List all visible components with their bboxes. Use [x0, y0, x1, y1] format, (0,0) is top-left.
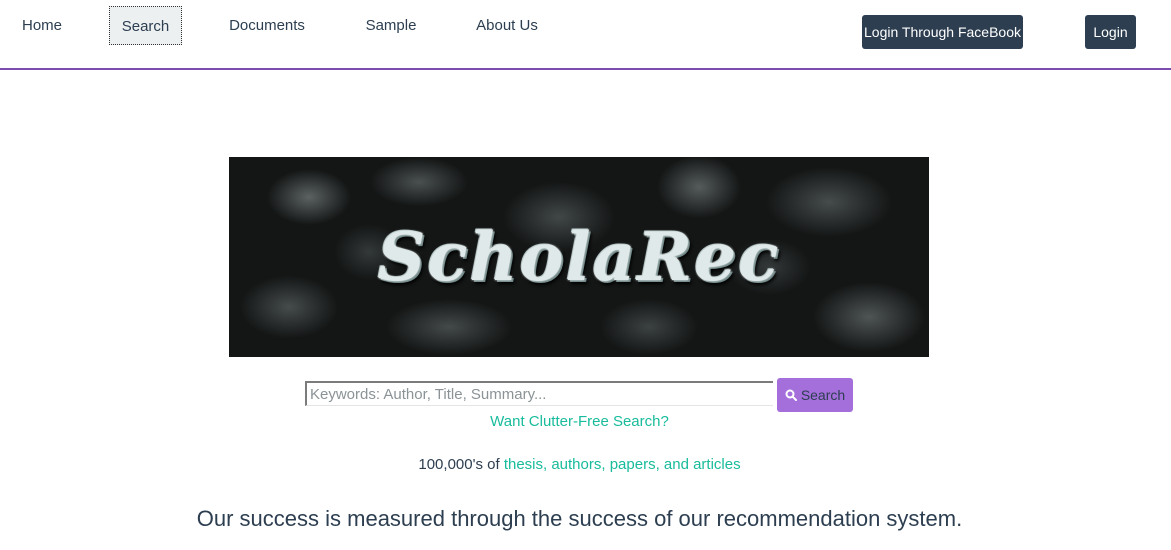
- tagline: Our success is measured through the succ…: [196, 506, 963, 531]
- nav-search[interactable]: Search: [109, 6, 182, 45]
- facebook-login-button[interactable]: Login Through FaceBook: [862, 15, 1023, 49]
- stats-count: 100,000's of: [418, 456, 504, 473]
- hero-banner: ScholaRec: [229, 157, 929, 357]
- nav-about-us[interactable]: About Us: [469, 6, 545, 45]
- search-button[interactable]: Search: [777, 378, 853, 412]
- search-icon: [785, 389, 797, 401]
- nav-documents[interactable]: Documents: [222, 6, 312, 45]
- stats-line: 100,000's of thesis, authors, papers, an…: [0, 456, 1159, 476]
- login-button[interactable]: Login: [1085, 15, 1136, 49]
- site-logo: ScholaRec: [377, 218, 781, 296]
- stats-link[interactable]: thesis, authors, papers, and articles: [504, 456, 741, 473]
- navbar: Home Search Documents Sample About Us Lo…: [0, 0, 1171, 70]
- clutter-free-search-link[interactable]: Want Clutter-Free Search?: [490, 413, 669, 430]
- search-button-label: Search: [800, 387, 846, 403]
- search-input[interactable]: [305, 381, 773, 406]
- nav-home[interactable]: Home: [14, 6, 70, 45]
- clutter-free-search-row: Want Clutter-Free Search?: [0, 413, 1159, 433]
- nav-sample[interactable]: Sample: [359, 6, 423, 45]
